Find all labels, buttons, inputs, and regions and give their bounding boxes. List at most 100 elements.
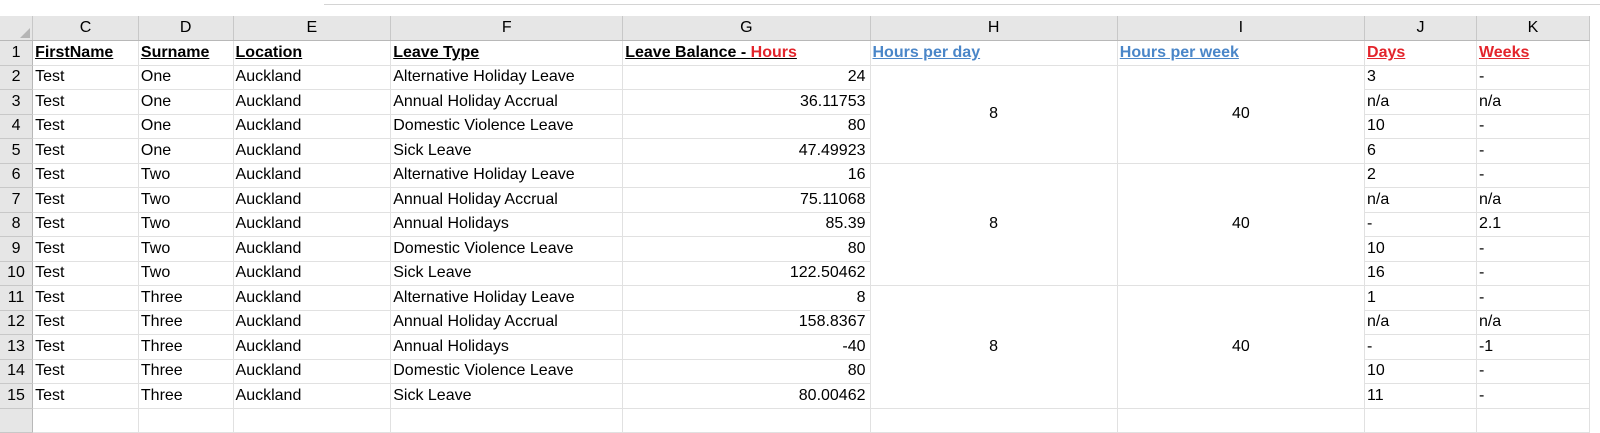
header-leave-type[interactable]: Leave Type bbox=[390, 40, 624, 66]
cell-surname[interactable]: One bbox=[138, 114, 234, 139]
cell-weeks[interactable]: - bbox=[1476, 236, 1591, 262]
cell-days[interactable]: 16 bbox=[1364, 261, 1477, 286]
row-number[interactable]: 2 bbox=[0, 65, 34, 90]
cell-days[interactable]: 10 bbox=[1364, 114, 1477, 139]
cell-surname[interactable]: Two bbox=[138, 236, 234, 262]
cell-location[interactable]: Auckland bbox=[233, 383, 392, 409]
row-number[interactable]: 11 bbox=[0, 285, 34, 311]
cell-leave-balance[interactable]: 8 bbox=[622, 285, 871, 311]
header-hours-per-day[interactable]: Hours per day bbox=[870, 40, 1118, 66]
cell-location[interactable]: Auckland bbox=[233, 261, 392, 286]
cell-location[interactable]: Auckland bbox=[233, 89, 392, 115]
cell-surname[interactable]: Two bbox=[138, 187, 234, 213]
cell-weeks[interactable]: - bbox=[1476, 261, 1591, 286]
column-header-f[interactable]: F bbox=[390, 16, 624, 41]
cell-weeks[interactable]: - bbox=[1476, 114, 1591, 139]
header-days[interactable]: Days bbox=[1364, 40, 1477, 66]
cell-hours-per-week[interactable]: 40 bbox=[1117, 285, 1366, 409]
cell-firstname[interactable]: Test bbox=[32, 359, 139, 384]
cell-days[interactable]: 1 bbox=[1364, 285, 1477, 311]
cell-surname[interactable]: One bbox=[138, 65, 234, 90]
cell-hours-per-day[interactable]: 8 bbox=[870, 163, 1118, 286]
cell-firstname[interactable]: Test bbox=[32, 212, 139, 237]
cell-leave-balance[interactable]: 85.39 bbox=[622, 212, 871, 237]
cell-leave-balance[interactable]: 36.11753 bbox=[622, 89, 871, 115]
cell-hours-per-week[interactable]: 40 bbox=[1117, 163, 1366, 286]
cell-hours-per-day[interactable]: 8 bbox=[870, 285, 1118, 409]
cell-weeks[interactable]: -1 bbox=[1476, 334, 1591, 360]
cell-firstname[interactable]: Test bbox=[32, 236, 139, 262]
cell-weeks[interactable]: - bbox=[1476, 163, 1591, 188]
empty-cell[interactable] bbox=[870, 408, 1118, 433]
row-number[interactable]: 3 bbox=[0, 89, 34, 115]
empty-cell[interactable] bbox=[138, 408, 234, 433]
cell-location[interactable]: Auckland bbox=[233, 310, 392, 335]
empty-cell[interactable] bbox=[1117, 408, 1366, 433]
cell-firstname[interactable]: Test bbox=[32, 138, 139, 164]
cell-surname[interactable]: Two bbox=[138, 261, 234, 286]
cell-surname[interactable]: Three bbox=[138, 359, 234, 384]
cell-weeks[interactable]: - bbox=[1476, 285, 1591, 311]
column-header-j[interactable]: J bbox=[1364, 16, 1477, 41]
cell-location[interactable]: Auckland bbox=[233, 236, 392, 262]
cell-leave-balance[interactable]: 80 bbox=[622, 236, 871, 262]
empty-cell[interactable] bbox=[1476, 408, 1591, 433]
cell-firstname[interactable]: Test bbox=[32, 383, 139, 409]
cell-hours-per-week[interactable]: 40 bbox=[1117, 65, 1366, 164]
cell-location[interactable]: Auckland bbox=[233, 359, 392, 384]
cell-location[interactable]: Auckland bbox=[233, 334, 392, 360]
cell-leave-balance[interactable]: 158.8367 bbox=[622, 310, 871, 335]
cell-days[interactable]: n/a bbox=[1364, 310, 1477, 335]
cell-location[interactable]: Auckland bbox=[233, 187, 392, 213]
cell-leave-balance[interactable]: 80 bbox=[622, 114, 871, 139]
cell-days[interactable]: 11 bbox=[1364, 383, 1477, 409]
column-header-c[interactable]: C bbox=[32, 16, 139, 41]
cell-weeks[interactable]: n/a bbox=[1476, 89, 1591, 115]
cell-weeks[interactable]: - bbox=[1476, 359, 1591, 384]
cell-surname[interactable]: Three bbox=[138, 383, 234, 409]
cell-surname[interactable]: Three bbox=[138, 285, 234, 311]
cell-leave-type[interactable]: Alternative Holiday Leave bbox=[390, 163, 624, 188]
cell-firstname[interactable]: Test bbox=[32, 187, 139, 213]
cell-leave-balance[interactable]: 24 bbox=[622, 65, 871, 90]
row-number[interactable]: 14 bbox=[0, 359, 34, 384]
select-all-corner[interactable] bbox=[0, 16, 34, 41]
cell-weeks[interactable]: n/a bbox=[1476, 310, 1591, 335]
cell-location[interactable]: Auckland bbox=[233, 114, 392, 139]
cell-hours-per-day[interactable]: 8 bbox=[870, 65, 1118, 164]
cell-days[interactable]: - bbox=[1364, 334, 1477, 360]
cell-leave-balance[interactable]: 80 bbox=[622, 359, 871, 384]
cell-leave-type[interactable]: Domestic Violence Leave bbox=[390, 236, 624, 262]
cell-firstname[interactable]: Test bbox=[32, 334, 139, 360]
cell-surname[interactable]: One bbox=[138, 138, 234, 164]
cell-firstname[interactable]: Test bbox=[32, 163, 139, 188]
cell-leave-type[interactable]: Sick Leave bbox=[390, 138, 624, 164]
row-number[interactable]: 4 bbox=[0, 114, 34, 139]
spreadsheet-grid[interactable]: C D E F G H I J K 1 FirstName Surname Lo… bbox=[0, 16, 1591, 433]
column-header-g[interactable]: G bbox=[622, 16, 871, 41]
column-header-h[interactable]: H bbox=[870, 16, 1118, 41]
row-number[interactable]: 1 bbox=[0, 40, 34, 66]
row-number[interactable]: 6 bbox=[0, 163, 34, 188]
cell-surname[interactable]: Three bbox=[138, 334, 234, 360]
cell-days[interactable]: 10 bbox=[1364, 359, 1477, 384]
column-header-d[interactable]: D bbox=[138, 16, 234, 41]
row-number[interactable]: 7 bbox=[0, 187, 34, 213]
cell-firstname[interactable]: Test bbox=[32, 285, 139, 311]
cell-days[interactable]: 3 bbox=[1364, 65, 1477, 90]
cell-weeks[interactable]: - bbox=[1476, 383, 1591, 409]
row-number[interactable]: 5 bbox=[0, 138, 34, 164]
cell-leave-balance[interactable]: 16 bbox=[622, 163, 871, 188]
cell-firstname[interactable]: Test bbox=[32, 65, 139, 90]
row-number[interactable]: 8 bbox=[0, 212, 34, 237]
cell-surname[interactable]: One bbox=[138, 89, 234, 115]
cell-location[interactable]: Auckland bbox=[233, 138, 392, 164]
cell-leave-type[interactable]: Domestic Violence Leave bbox=[390, 359, 624, 384]
row-number[interactable]: 15 bbox=[0, 383, 34, 409]
header-leave-balance[interactable]: Leave Balance - Hours bbox=[622, 40, 871, 66]
cell-leave-type[interactable]: Alternative Holiday Leave bbox=[390, 285, 624, 311]
cell-leave-type[interactable]: Annual Holidays bbox=[390, 212, 624, 237]
cell-weeks[interactable]: - bbox=[1476, 138, 1591, 164]
header-location[interactable]: Location bbox=[233, 40, 392, 66]
cell-firstname[interactable]: Test bbox=[32, 310, 139, 335]
